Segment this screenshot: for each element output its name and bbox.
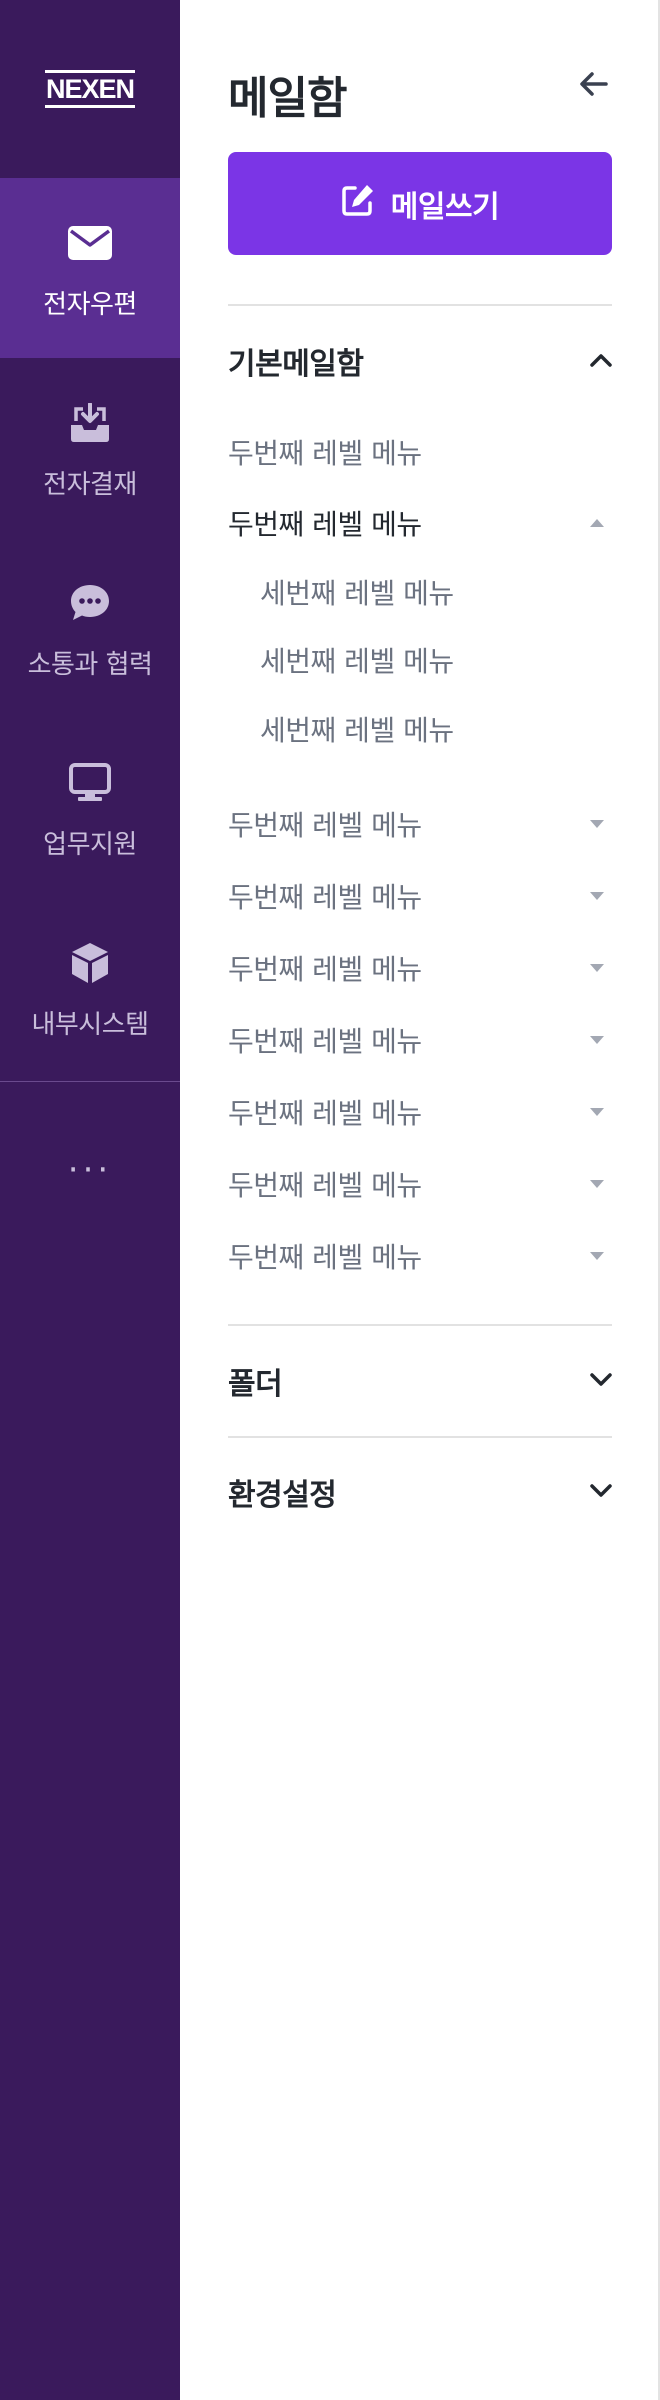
chevron-down-icon (590, 1483, 612, 1502)
caret-up-icon (590, 519, 604, 527)
menu-item-label: 두번째 레벨 메뉴 (228, 953, 422, 986)
submenu-item-label: 세번째 레벨 메뉴 (260, 645, 454, 678)
compose-mail-button[interactable]: 메일쓰기 (228, 152, 612, 255)
section-basic-mailbox[interactable]: 기본메일함 (228, 336, 612, 386)
section-settings[interactable]: 환경설정 (228, 1467, 612, 1517)
caret-down-icon (590, 892, 604, 900)
submenu-item[interactable]: 세번째 레벨 메뉴 (260, 707, 612, 751)
compose-label: 메일쓰기 (390, 189, 500, 225)
menu-item-label: 두번째 레벨 메뉴 (228, 508, 422, 541)
menu-item-label: 두번째 레벨 메뉴 (228, 881, 422, 914)
rail-item-internal-system[interactable]: 내부시스템 (0, 898, 180, 1078)
menu-item-label: 두번째 레벨 메뉴 (228, 1169, 422, 1202)
menu-item-label: 두번째 레벨 메뉴 (228, 809, 422, 842)
left-nav-rail: NEXEN 전자우편 전자결재 소통과 협력 업무지원 내부시스템 ··· (0, 0, 180, 2400)
section-title: 기본메일함 (228, 347, 364, 382)
edit-icon (341, 183, 375, 225)
menu-item-label: 두번째 레벨 메뉴 (228, 1241, 422, 1274)
menu-item[interactable]: 두번째 레벨 메뉴 (228, 801, 612, 847)
caret-down-icon (590, 1036, 604, 1044)
submenu-item[interactable]: 세번째 레벨 메뉴 (260, 570, 612, 614)
rail-divider (0, 1081, 180, 1082)
inbox-download-icon (67, 400, 113, 446)
caret-down-icon (590, 820, 604, 828)
caret-down-icon (590, 1108, 604, 1116)
envelope-icon (67, 220, 113, 266)
menu-item[interactable]: 두번째 레벨 메뉴 (228, 1161, 612, 1207)
app-window: NEXEN 전자우편 전자결재 소통과 협력 업무지원 내부시스템 ··· 메일… (0, 0, 660, 2400)
menu-item[interactable]: 두번째 레벨 메뉴 (228, 429, 612, 475)
rail-item-mail[interactable]: 전자우편 (0, 178, 180, 358)
rail-item-work-support[interactable]: 업무지원 (0, 718, 180, 898)
monitor-icon (67, 760, 113, 806)
cube-icon (67, 940, 113, 986)
rail-item-label: 소통과 협력 (27, 650, 153, 680)
submenu-item-label: 세번째 레벨 메뉴 (260, 714, 454, 747)
rail-item-label: 내부시스템 (31, 1010, 149, 1040)
menu-item[interactable]: 두번째 레벨 메뉴 (228, 1089, 612, 1135)
rail-item-label: 업무지원 (43, 830, 137, 860)
menu-item-label: 두번째 레벨 메뉴 (228, 437, 422, 470)
logo[interactable]: NEXEN (0, 0, 180, 178)
menu-item[interactable]: 두번째 레벨 메뉴 (228, 945, 612, 991)
arrow-left-icon (580, 72, 608, 100)
caret-down-icon (590, 1180, 604, 1188)
rail-item-collaboration[interactable]: 소통과 협력 (0, 538, 180, 718)
more-menu-icon[interactable]: ··· (0, 1140, 180, 1200)
section-title: 환경설정 (228, 1478, 337, 1513)
menu-item[interactable]: 두번째 레벨 메뉴 (228, 873, 612, 919)
chevron-down-icon (590, 1372, 612, 1391)
section-title: 폴더 (228, 1367, 283, 1402)
menu-item[interactable]: 두번째 레벨 메뉴 (228, 1017, 612, 1063)
mail-folder-panel: 메일함 메일쓰기 기본메일함 두번째 레벨 메뉴 두번째 레벨 메뉴 세번째 레… (180, 0, 660, 2400)
logo-text: NEXEN (44, 70, 135, 108)
divider (228, 1436, 612, 1438)
rail-item-approval[interactable]: 전자결재 (0, 358, 180, 538)
divider (228, 304, 612, 306)
divider (228, 1324, 612, 1326)
caret-down-icon (590, 964, 604, 972)
submenu-item-label: 세번째 레벨 메뉴 (260, 577, 454, 610)
rail-item-label: 전자우편 (43, 290, 137, 320)
section-folder[interactable]: 폴더 (228, 1356, 612, 1406)
chat-bubble-icon (67, 580, 113, 626)
caret-down-icon (590, 1252, 604, 1260)
menu-item-label: 두번째 레벨 메뉴 (228, 1025, 422, 1058)
menu-item-label: 두번째 레벨 메뉴 (228, 1097, 422, 1130)
collapse-panel-button[interactable] (574, 66, 614, 106)
chevron-up-icon (590, 352, 612, 371)
submenu-item[interactable]: 세번째 레벨 메뉴 (260, 638, 612, 682)
page-title: 메일함 (228, 73, 347, 124)
menu-item[interactable]: 두번째 레벨 메뉴 (228, 1233, 612, 1279)
rail-item-label: 전자결재 (43, 470, 137, 500)
menu-item-expanded[interactable]: 두번째 레벨 메뉴 (228, 500, 612, 546)
